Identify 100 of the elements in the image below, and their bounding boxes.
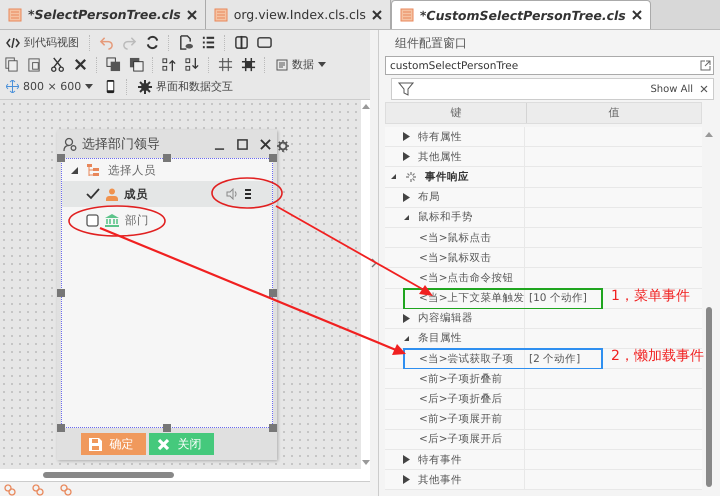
close-icon[interactable]: [372, 10, 382, 20]
list-icon[interactable]: [201, 35, 216, 50]
close-icon: [156, 438, 170, 450]
property-key: <当>点击命令按钮: [419, 270, 514, 285]
scroll-down-icon[interactable]: [362, 460, 370, 465]
scroll-up-icon[interactable]: [705, 132, 713, 137]
grid-icon[interactable]: [218, 57, 233, 72]
column-header: 值: [608, 105, 620, 121]
expand-panel-icon[interactable]: [371, 258, 377, 268]
expand-arrow-icon[interactable]: [402, 212, 410, 222]
resize-handle[interactable]: [163, 424, 171, 432]
external-link-icon[interactable]: [700, 60, 711, 71]
editor-tab[interactable]: *CustomSelectPersonTree.cls: [390, 0, 651, 29]
tree-item-label: 部门: [125, 212, 149, 228]
property-key: <当>鼠标双击: [419, 250, 492, 265]
property-key: <当>尝试获取子项: [419, 352, 514, 366]
horizontal-scrollbar[interactable]: [0, 469, 370, 481]
dialog-title: 选择部门领导: [82, 136, 161, 153]
property-key: <前>子项折叠前: [419, 372, 503, 386]
property-key: 内容编辑器: [418, 311, 473, 326]
expand-arrow-icon[interactable]: [70, 166, 78, 174]
property-key: 布局: [418, 190, 440, 204]
maximize-icon[interactable]: [237, 138, 248, 150]
panel-title: 组件配置窗口: [394, 34, 468, 52]
send-back-icon[interactable]: [129, 57, 144, 72]
resize-handle[interactable]: [57, 154, 65, 162]
paste-icon[interactable]: [27, 57, 42, 72]
component-name-field[interactable]: customSelectPersonTree: [385, 56, 714, 75]
expand-arrow-icon[interactable]: [402, 152, 410, 162]
scroll-up-icon[interactable]: [362, 104, 370, 109]
refresh-icon[interactable]: [145, 35, 160, 50]
show-all-button[interactable]: Show All: [648, 84, 695, 94]
settings-icon[interactable]: [277, 140, 289, 152]
expand-arrow-icon[interactable]: [389, 172, 397, 182]
checkmark-icon[interactable]: [86, 188, 100, 200]
code-icon: [6, 38, 20, 48]
property-key: <前>子项展开前: [419, 412, 503, 426]
resize-handle[interactable]: [269, 424, 277, 432]
property-key: <后>子项折叠后: [419, 392, 503, 406]
editor-tab[interactable]: org.view.Index.cls.cls: [206, 0, 391, 29]
tree-item[interactable]: 部门: [62, 207, 272, 233]
move-up-icon[interactable]: [162, 57, 177, 72]
size-dropdown[interactable]: 800 × 600: [4, 80, 96, 93]
property-key: 特有事件: [418, 452, 462, 467]
editor-tab[interactable]: *SelectPersonTree.cls: [0, 0, 206, 29]
snap-icon[interactable]: [241, 57, 256, 72]
bring-front-icon[interactable]: [106, 57, 121, 72]
code-view-button[interactable]: 到代码视图: [4, 35, 81, 50]
property-value: [2 个动作]: [529, 352, 580, 366]
resize-handle[interactable]: [269, 154, 277, 162]
tree-node-label: 选择人员: [108, 162, 156, 178]
property-key: 条目属性: [418, 331, 462, 346]
preview-icon[interactable]: [178, 35, 193, 50]
checkbox[interactable]: [86, 214, 99, 226]
property-key: 鼠标和手势: [418, 210, 473, 224]
close-icon[interactable]: [632, 10, 642, 20]
menu-icon[interactable]: [244, 188, 252, 200]
annotation-ellipse: [211, 177, 283, 209]
property-key: 其他事件: [418, 472, 462, 487]
file-icon: [8, 8, 22, 22]
vertical-scrollbar[interactable]: [361, 100, 370, 469]
data-dropdown[interactable]: 数据: [274, 57, 328, 72]
cut-icon[interactable]: [50, 57, 65, 72]
property-value: [10 个动作]: [529, 291, 587, 306]
expand-arrow-icon[interactable]: [402, 192, 410, 202]
interaction-button[interactable]: 界面和数据交互: [136, 79, 236, 94]
property-key: <后>子项展开后: [419, 432, 503, 446]
speaker-icon[interactable]: [226, 188, 238, 200]
annotation-label: 1，菜单事件: [611, 286, 690, 304]
caret-icon: [85, 84, 94, 89]
expand-arrow-icon[interactable]: [402, 334, 410, 343]
property-key: 其他属性: [418, 150, 462, 164]
resize-handle[interactable]: [57, 289, 65, 297]
bank-icon: [105, 214, 119, 226]
frame-icon[interactable]: [257, 35, 272, 50]
file-icon: [214, 8, 228, 22]
columns-icon[interactable]: [234, 35, 249, 50]
tree-item[interactable]: 成员: [62, 181, 272, 207]
expand-arrow-icon[interactable]: [402, 475, 410, 484]
close-icon[interactable]: [186, 10, 197, 20]
save-icon: [88, 438, 102, 450]
copy-icon[interactable]: [4, 57, 19, 72]
delete-icon[interactable]: [73, 57, 88, 72]
expand-arrow-icon[interactable]: [402, 314, 410, 323]
resize-handle[interactable]: [57, 424, 65, 432]
filter-icon[interactable]: [398, 82, 414, 96]
person-icon: [106, 188, 118, 200]
caret-icon: [318, 62, 326, 67]
property-key: <当>鼠标点击: [419, 230, 492, 245]
column-header: 键: [386, 103, 527, 123]
close-icon[interactable]: [700, 85, 708, 93]
expand-arrow-icon[interactable]: [402, 455, 410, 464]
close-icon[interactable]: [260, 138, 271, 150]
expand-arrow-icon[interactable]: [402, 132, 410, 142]
user-search-icon: [63, 136, 78, 152]
tree-icon: [86, 163, 100, 177]
resize-handle[interactable]: [163, 154, 171, 162]
move-down-icon[interactable]: [185, 57, 200, 72]
gear-icon: [138, 80, 152, 94]
resize-handle[interactable]: [269, 289, 277, 297]
